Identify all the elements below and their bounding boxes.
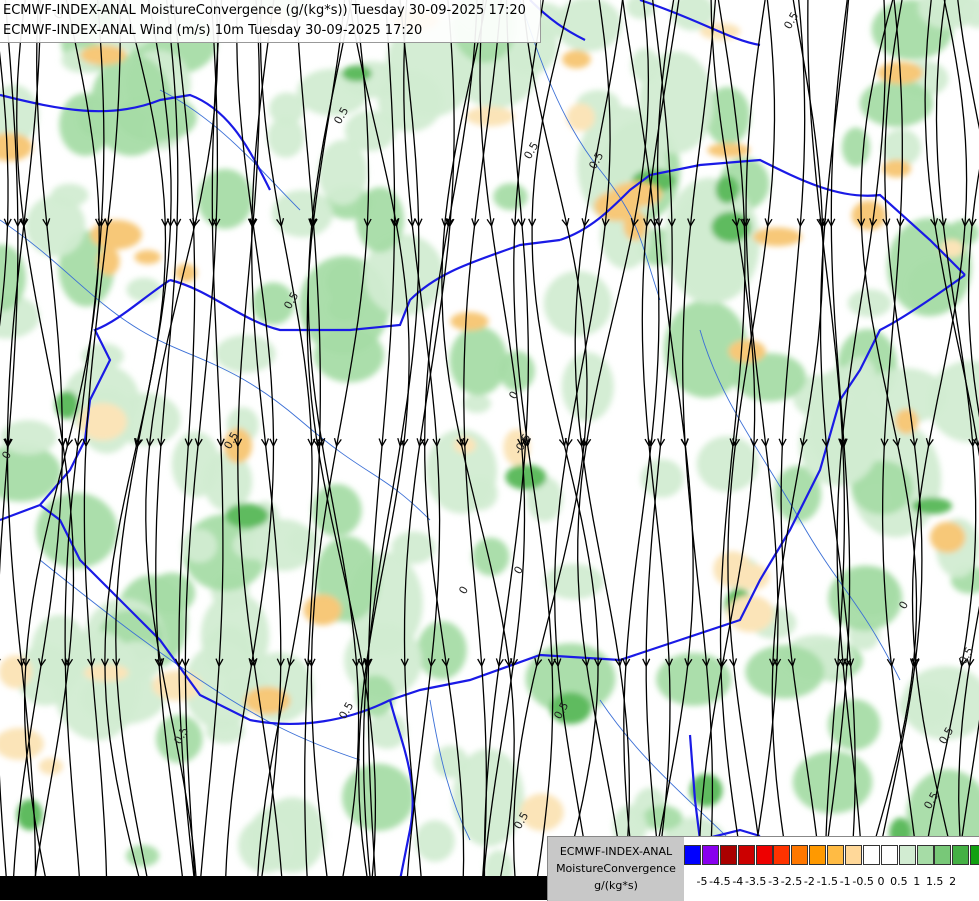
convergence-core — [342, 65, 372, 81]
legend-swatch — [934, 845, 951, 865]
convergence-patch — [201, 592, 270, 679]
convergence-core — [505, 464, 546, 489]
divergence-patch — [753, 228, 802, 247]
divergence-patch — [707, 143, 750, 157]
convergence-patch — [182, 529, 218, 563]
divergence-patch — [895, 409, 918, 434]
divergence-patch — [304, 595, 342, 626]
divergence-patch — [134, 250, 161, 264]
convergence-patch — [356, 187, 404, 252]
legend-model: ECMWF-INDEX-ANAL — [548, 845, 684, 858]
moisture-convergence-wind-map: 0.50.50.50.50.50.50.50.50.50.50.50.50.50… — [0, 0, 979, 900]
convergence-patch — [417, 621, 467, 679]
convergence-patch — [391, 531, 435, 564]
legend-tick-label: 0.5 — [890, 875, 908, 888]
legend-swatch — [827, 845, 844, 865]
legend-tick-label: -2.5 — [781, 875, 802, 888]
legend-tick-label: 0 — [878, 875, 885, 888]
legend-swatch — [702, 845, 719, 865]
legend-tick-label: -2 — [804, 875, 815, 888]
divergence-patch — [98, 247, 120, 276]
legend-swatch — [791, 845, 808, 865]
legend-tick-label: -3 — [768, 875, 779, 888]
convergence-patch — [562, 352, 614, 421]
legend-swatch — [952, 845, 969, 865]
divergence-patch — [713, 551, 751, 587]
divergence-patch — [852, 201, 887, 230]
convergence-patch — [198, 169, 253, 229]
legend-tick-label: -1 — [840, 875, 851, 888]
convergence-patch — [493, 183, 527, 210]
legend-swatch — [881, 845, 898, 865]
convergence-patch — [463, 394, 491, 413]
title-wind: ECMWF-INDEX-ANAL Wind (m/s) 10m Tuesday … — [3, 23, 422, 38]
convergence-patch — [664, 178, 755, 304]
convergence-patch — [745, 645, 824, 699]
convergence-core — [225, 503, 269, 528]
convergence-patch — [697, 436, 759, 492]
convergence-patch — [267, 117, 304, 158]
title-moisture: ECMWF-INDEX-ANAL MoistureConvergence (g/… — [3, 3, 526, 18]
convergence-core — [715, 176, 739, 204]
legend-swatch — [899, 845, 916, 865]
legend-tick-label: -0.5 — [852, 875, 873, 888]
legend-swatch — [773, 845, 790, 865]
divergence-patch — [520, 794, 564, 831]
divergence-patch — [450, 312, 488, 331]
legend-unit: g/(kg*s) — [548, 879, 684, 892]
legend-ticks: -5-4.5-4-3.5-3-2.5-2-1.5-1-0.5 0 0.5 1 1.5 2 — [684, 875, 979, 891]
legend-swatch — [970, 845, 979, 865]
legend-swatch — [720, 845, 737, 865]
legend-swatch — [738, 845, 755, 865]
color-legend: ECMWF-INDEX-ANAL MoistureConvergence g/(… — [547, 836, 979, 901]
legend-tick-label: -5 — [697, 875, 708, 888]
map-bottom-bar — [0, 876, 547, 900]
title-box: ECMWF-INDEX-ANAL MoistureConvergence (g/… — [0, 0, 541, 43]
legend-tick-label: -4 — [732, 875, 743, 888]
convergence-patch — [318, 140, 367, 205]
divergence-patch — [882, 160, 911, 178]
divergence-patch — [0, 728, 44, 760]
convergence-patch — [36, 493, 118, 568]
divergence-patch — [562, 50, 591, 68]
divergence-patch — [39, 758, 63, 775]
convergence-patch — [860, 79, 933, 127]
convergence-patch — [215, 335, 276, 373]
divergence-patch — [930, 522, 965, 553]
legend-tick-label: -3.5 — [745, 875, 766, 888]
divergence-patch — [0, 655, 32, 688]
legend-swatch — [809, 845, 826, 865]
convergence-patch — [842, 127, 870, 166]
legend-swatch — [756, 845, 773, 865]
legend-tick-label: 2 — [949, 875, 956, 888]
legend-tick-label: -4.5 — [709, 875, 730, 888]
convergence-patch — [555, 0, 622, 52]
legend-tick-label: 1.5 — [926, 875, 944, 888]
convergence-patch — [233, 531, 270, 560]
contour-label: 0 — [511, 564, 526, 577]
legend-swatch — [917, 845, 934, 865]
legend-swatch — [863, 845, 880, 865]
legend-tick-label: -1.5 — [817, 875, 838, 888]
convergence-patch — [433, 746, 468, 779]
convergence-patch — [415, 820, 455, 862]
convergence-patch — [806, 366, 886, 474]
contour-label: 0.5 — [956, 645, 976, 667]
convergence-patch — [272, 190, 333, 237]
legend-swatch — [845, 845, 862, 865]
legend-swatch — [684, 845, 701, 865]
convergence-patch — [342, 764, 414, 831]
convergence-patch — [51, 184, 89, 207]
legend-swatches — [684, 845, 979, 865]
convergence-patch — [449, 326, 507, 395]
convergence-patch — [472, 538, 509, 576]
convergence-patch — [544, 564, 603, 600]
divergence-patch — [729, 340, 766, 363]
contour-label: 0 — [456, 584, 471, 597]
legend-tick-label: 1 — [913, 875, 920, 888]
legend-label: ECMWF-INDEX-ANAL MoistureConvergence g/(… — [548, 837, 684, 901]
divergence-patch — [84, 664, 129, 681]
legend-parameter: MoistureConvergence — [548, 862, 684, 875]
divergence-patch — [175, 264, 197, 282]
